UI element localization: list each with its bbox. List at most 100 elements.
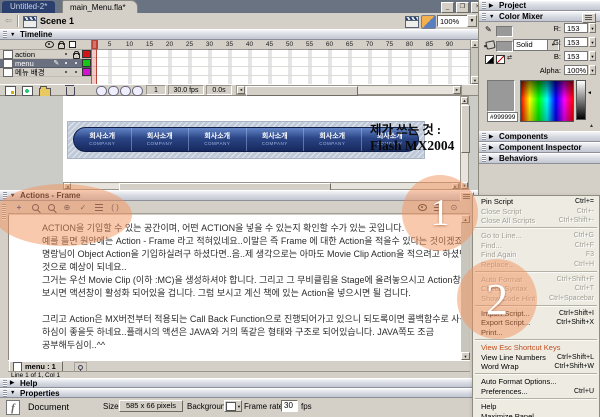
layer-visibility-toggle[interactable] — [62, 62, 70, 64]
onion-skin-button[interactable] — [108, 86, 119, 96]
menu-item-help[interactable]: Help — [473, 402, 599, 411]
b-input[interactable]: 153 — [564, 51, 588, 61]
outline-icon[interactable] — [69, 41, 76, 48]
script-tab-row: menu : 1 — [8, 360, 470, 371]
scrollbar-thumb[interactable] — [246, 86, 358, 96]
menu-item-word-wrap[interactable]: Word WrapCtrl+Shift+W — [473, 362, 599, 371]
slider-arrow-icon[interactable]: ◄ — [587, 90, 592, 96]
onion-skin-outlines-button[interactable] — [120, 86, 131, 96]
frame-grid[interactable] — [92, 49, 470, 84]
collapse-arrow-icon[interactable]: ▼ — [10, 32, 17, 38]
hex-color-input[interactable]: #999999 — [487, 112, 518, 122]
layer-outline-color-chip[interactable] — [82, 59, 91, 67]
no-color-icon[interactable] — [496, 55, 505, 64]
b-spinner[interactable]: ▼ — [589, 51, 596, 61]
menu-item-find-again: Find AgainF3 — [473, 250, 599, 259]
menu-item-preferences[interactable]: Preferences...Ctrl+U — [473, 387, 599, 396]
show-hide-icon[interactable] — [45, 41, 54, 48]
add-motion-guide-button[interactable] — [22, 86, 33, 96]
help-panel-header[interactable]: ▶ Help — [0, 378, 478, 388]
banner-button-4[interactable]: 회사소개COMPANY — [247, 128, 305, 151]
fill-color-swatch[interactable] — [496, 41, 513, 52]
playhead-marker[interactable] — [92, 40, 98, 49]
layer-lock-toggle[interactable] — [72, 62, 80, 64]
layer-lock-toggle[interactable] — [72, 71, 80, 73]
layer-outline-color-chip[interactable] — [82, 50, 91, 58]
menu-item-pin-script[interactable]: Pin ScriptCtrl+= — [473, 197, 599, 206]
layer-lock-toggle[interactable] — [72, 50, 80, 59]
project-panel-header[interactable]: ▶ Project — [479, 0, 600, 11]
expand-arrow-icon[interactable]: ▶ — [489, 145, 496, 151]
layer-visibility-toggle[interactable] — [62, 71, 70, 73]
zoom-dropdown-button[interactable]: ▼ — [467, 15, 477, 27]
default-colors-icon[interactable] — [485, 55, 494, 64]
r-input[interactable]: 153 — [564, 23, 588, 33]
alpha-input[interactable]: 100% — [564, 65, 588, 75]
timeline-frames[interactable]: 51015202530354045505560657075808590 — [92, 40, 470, 84]
lock-icon[interactable] — [58, 43, 65, 49]
swap-colors-icon[interactable]: ⇄ — [507, 55, 512, 62]
expand-arrow-icon[interactable]: ▶ — [489, 134, 496, 140]
properties-panel-header[interactable]: ▼ Properties — [0, 388, 478, 398]
banner-button-3[interactable]: 회사소개COMPANY — [189, 128, 247, 151]
menu-separator — [475, 398, 597, 400]
collapse-arrow-icon[interactable]: ▼ — [489, 14, 496, 20]
r-spinner[interactable]: ▼ — [589, 23, 596, 33]
panel-gripper — [482, 133, 486, 140]
menu-item-auto-format-options[interactable]: Auto Format Options... — [473, 377, 599, 386]
menu-item-find: Find...Ctrl+F — [473, 241, 599, 250]
timeline-vertical-scrollbar[interactable]: ▲ ▼ — [470, 40, 478, 84]
back-arrow-icon[interactable]: ⇦ — [3, 16, 14, 27]
menu-item-view-line-numbers[interactable]: View Line NumbersCtrl+Shift+L — [473, 352, 599, 361]
stroke-pencil-icon[interactable]: ✎ — [485, 25, 492, 34]
stage-horizontal-scrollbar[interactable]: ◄ ► — [63, 182, 460, 190]
layer-visibility-toggle[interactable] — [62, 53, 70, 55]
color-spectrum-picker[interactable] — [520, 80, 574, 122]
components-panel-header[interactable]: ▶ Components — [479, 131, 600, 142]
scroll-down-icon[interactable]: ▼ — [461, 352, 470, 360]
banner-button-2[interactable]: 회사소개COMPANY — [132, 128, 190, 151]
behaviors-panel-header[interactable]: ▶ Behaviors — [479, 153, 600, 164]
scroll-left-icon[interactable]: ◄ — [237, 86, 245, 94]
edit-multiple-frames-button[interactable] — [132, 86, 143, 96]
framerate-input[interactable]: 30 — [281, 400, 298, 412]
background-color-picker[interactable]: ▼ — [224, 400, 242, 412]
g-spinner[interactable]: ▼ — [589, 37, 596, 47]
brightness-slider[interactable] — [576, 80, 586, 120]
expand-arrow-icon[interactable]: ▶ — [489, 156, 496, 162]
insert-layer-button[interactable] — [5, 86, 16, 96]
menu-item-maximize-panel[interactable]: Maximize Panel — [473, 411, 599, 417]
layer-outline-color-chip[interactable] — [82, 68, 91, 76]
panel-collapse-icon[interactable]: ▲ — [589, 123, 594, 129]
edit-scene-icon[interactable] — [405, 15, 418, 27]
document-size-button[interactable]: 585 x 66 pixels — [119, 400, 183, 412]
component-inspector-panel-header[interactable]: ▶ Component Inspector — [479, 142, 600, 153]
scroll-right-icon[interactable]: ► — [453, 86, 461, 94]
collapse-arrow-icon[interactable]: ▼ — [10, 390, 17, 396]
fill-bucket-icon[interactable] — [485, 40, 495, 50]
scroll-up-icon[interactable]: ▲ — [461, 97, 468, 104]
tab-main-menu-fla[interactable]: main_Menu.fla* — [62, 0, 138, 13]
timeline-horizontal-scrollbar[interactable]: ◄ ► — [236, 85, 462, 95]
g-input[interactable]: 153 — [564, 37, 588, 47]
expand-arrow-icon[interactable]: ▶ — [10, 380, 17, 386]
center-frame-button[interactable] — [96, 86, 107, 96]
delete-layer-button[interactable] — [66, 86, 75, 96]
expand-arrow-icon[interactable]: ▶ — [489, 3, 496, 9]
stroke-color-swatch[interactable] — [496, 26, 513, 37]
tab-untitled-2[interactable]: Untitled-2* — [2, 1, 55, 13]
banner-button-1[interactable]: 회사소개COMPANY — [74, 128, 132, 151]
scrollbar-thumb[interactable] — [461, 105, 470, 153]
restore-button[interactable]: ❐ — [456, 2, 469, 13]
layer-row-메뉴-배경[interactable]: 메뉴 배경 — [0, 68, 91, 77]
minimize-button[interactable]: _ — [441, 2, 454, 13]
edit-symbol-icon[interactable] — [421, 15, 436, 29]
stage-vertical-scrollbar[interactable]: ▲ ▼ — [460, 96, 469, 190]
banner-button-5[interactable]: 회사소개COMPANY — [304, 128, 362, 151]
menu-item-view-esc-shortcut-keys[interactable]: View Esc Shortcut Keys — [473, 343, 599, 352]
color-mixer-panel-header[interactable]: ▼ Color Mixer — [479, 11, 600, 22]
frame-rate-indicator[interactable]: 30.0 fps — [168, 85, 204, 95]
alpha-spinner[interactable]: ▼ — [589, 65, 596, 75]
timeline-header[interactable]: ▼ Timeline — [0, 29, 478, 40]
scene-breadcrumb[interactable]: Scene 1 — [40, 16, 74, 26]
